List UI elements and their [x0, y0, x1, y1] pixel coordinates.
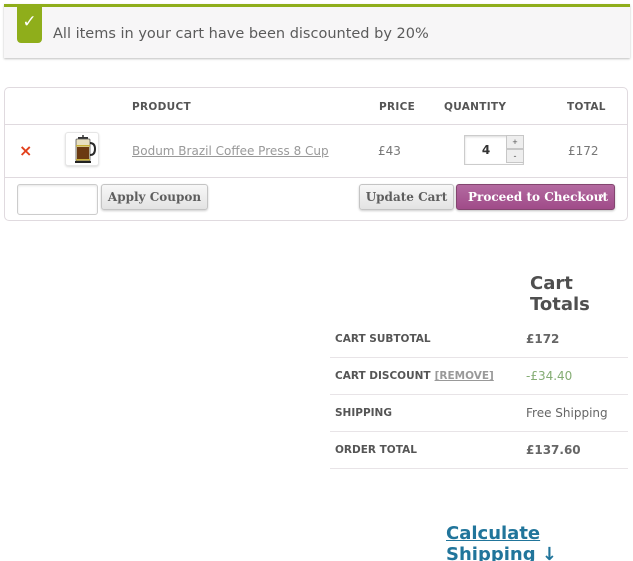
- totals-row-shipping: SHIPPING Free Shipping: [330, 395, 628, 432]
- order-total-value: £137.60: [526, 443, 581, 457]
- chevron-right-icon: ›: [600, 191, 604, 202]
- remove-item-icon[interactable]: ×: [19, 141, 32, 160]
- item-total: £172: [568, 144, 599, 158]
- notice-message: All items in your cart have been discoun…: [53, 26, 429, 42]
- header-quantity: QUANTITY: [444, 101, 507, 113]
- product-name-link[interactable]: Bodum Brazil Coffee Press 8 Cup: [132, 144, 329, 158]
- header-product: PRODUCT: [132, 101, 191, 113]
- header-price: PRICE: [379, 101, 416, 113]
- totals-row-discount: CART DISCOUNT [REMOVE] -£34.40: [330, 358, 628, 395]
- discount-label-wrap: CART DISCOUNT [REMOVE]: [335, 370, 494, 382]
- totals-row-order-total: ORDER TOTAL £137.60: [330, 432, 628, 469]
- quantity-stepper[interactable]: 4 + -: [464, 135, 524, 165]
- discount-label: CART DISCOUNT: [335, 370, 431, 382]
- cart-totals-title: Cart Totals: [530, 273, 590, 315]
- coffee-press-image[interactable]: [65, 132, 99, 166]
- item-price: £43: [378, 144, 401, 158]
- shipping-value: Free Shipping: [526, 406, 608, 420]
- subtotal-label: CART SUBTOTAL: [335, 333, 431, 345]
- check-icon: ✓: [17, 4, 42, 43]
- header-total: TOTAL: [567, 101, 606, 113]
- subtotal-value: £172: [526, 332, 560, 346]
- cart-header-row: PRODUCT PRICE QUANTITY TOTAL: [5, 88, 627, 125]
- checkout-label: Proceed to Checkout: [468, 190, 609, 204]
- quantity-decrease-button[interactable]: -: [506, 149, 524, 163]
- discount-notice: ✓ All items in your cart have been disco…: [4, 4, 630, 58]
- apply-coupon-button[interactable]: Apply Coupon: [101, 184, 208, 210]
- coupon-code-input[interactable]: [17, 184, 98, 215]
- order-total-label: ORDER TOTAL: [335, 444, 417, 456]
- update-cart-button[interactable]: Update Cart: [359, 184, 454, 210]
- calculate-shipping-link[interactable]: Calculate Shipping ↓: [446, 523, 633, 561]
- cart-table: PRODUCT PRICE QUANTITY TOTAL × Bodum Bra…: [4, 87, 628, 221]
- shipping-label: SHIPPING: [335, 407, 392, 419]
- quantity-input[interactable]: 4: [465, 143, 507, 157]
- discount-value: -£34.40: [526, 369, 573, 383]
- cart-item-row: × Bodum Brazil Coffee Press 8 Cup £43 4 …: [5, 125, 627, 178]
- quantity-increase-button[interactable]: +: [506, 135, 524, 149]
- proceed-to-checkout-button[interactable]: Proceed to Checkout ›: [456, 184, 615, 210]
- remove-discount-link[interactable]: [REMOVE]: [435, 370, 494, 382]
- totals-row-subtotal: CART SUBTOTAL £172: [330, 321, 628, 358]
